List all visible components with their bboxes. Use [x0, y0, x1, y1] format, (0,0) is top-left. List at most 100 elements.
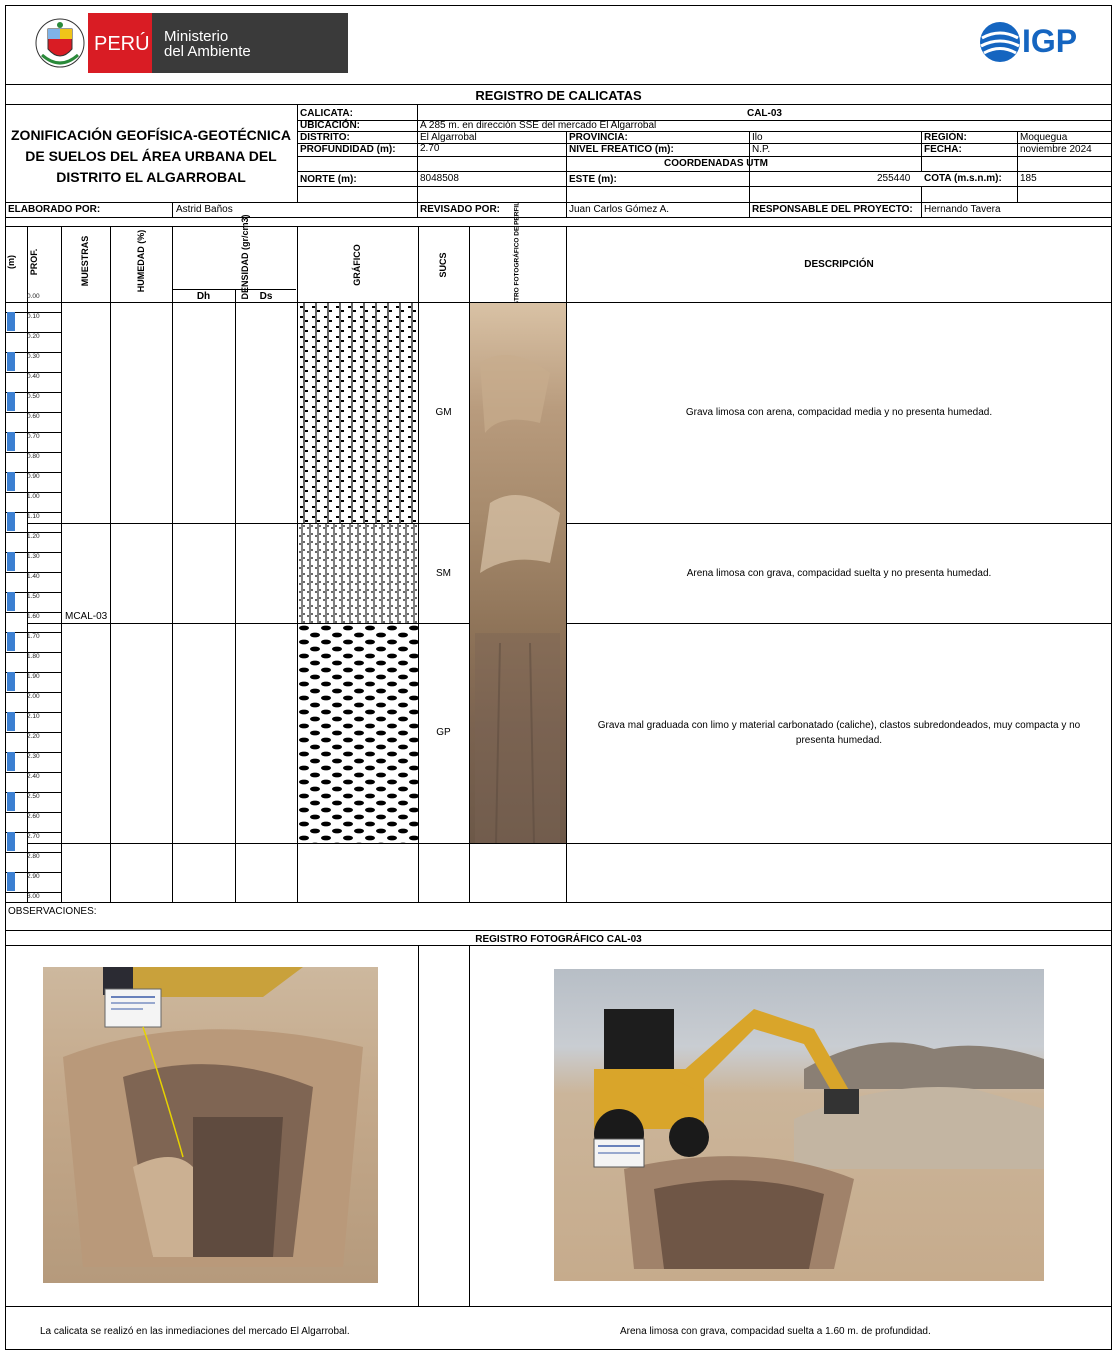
depth-label: 0.70	[27, 433, 40, 440]
region-value: Moquegua	[1020, 132, 1068, 143]
depth-label: 1.10	[27, 513, 40, 520]
calicata-value: CAL-03	[746, 108, 782, 119]
sheet-title: REGISTRO DE CALICATAS	[475, 88, 642, 103]
grafico-gm-pattern	[298, 303, 418, 523]
depth-label: 0.40	[27, 373, 40, 380]
depth-label: 2.40	[27, 773, 40, 780]
depth-bar-cell	[7, 812, 27, 831]
rule	[1017, 186, 1018, 202]
ubicacion-label: UBICACIÓN:	[300, 120, 360, 131]
este-value: 255440	[877, 173, 911, 184]
depth-bar-cell	[7, 332, 27, 351]
depth-label: 2.20	[27, 733, 40, 740]
revisado-value: Juan Carlos Gómez A.	[569, 204, 670, 215]
rule	[749, 131, 750, 217]
rule	[417, 104, 418, 217]
depth-label: 0.30	[27, 353, 40, 360]
distrito-label: DISTRITO:	[300, 132, 350, 143]
depth-label: 0.80	[27, 453, 40, 460]
sample-id: MCAL-03	[65, 611, 108, 622]
rule	[172, 226, 173, 902]
igp-logo: IGP	[978, 18, 1098, 68]
photo-section-title: REGISTRO FOTOGRÁFICO CAL-03	[475, 934, 642, 945]
rule	[1017, 171, 1018, 186]
depth-label: 1.60	[27, 613, 40, 620]
igp-label: IGP	[1022, 23, 1078, 59]
rule	[921, 131, 922, 171]
norte-value: 8048508	[420, 173, 459, 184]
igp-globe-icon	[980, 22, 1020, 62]
este-label: ESTE (m):	[569, 174, 617, 185]
col-sucs-header: SUCS	[438, 252, 448, 278]
ubicacion-value: A 285 m. en dirección SSE del mercado El…	[420, 120, 657, 131]
cota-value: 185	[1020, 173, 1037, 184]
project-title-3: DISTRITO EL ALGARROBAL	[56, 169, 246, 185]
rule	[235, 289, 236, 902]
depth-bar-cell	[7, 392, 15, 411]
rule	[5, 902, 1112, 903]
depth-label: 2.60	[27, 813, 40, 820]
depth-bar-cell	[7, 832, 15, 851]
rule	[1017, 131, 1018, 171]
depth-bar-cell	[7, 432, 15, 451]
rule	[5, 930, 1112, 931]
backhoe-photo	[554, 969, 1044, 1281]
depth-bar-cell	[7, 572, 27, 591]
depth-bar-cell	[7, 412, 27, 431]
rule	[172, 202, 173, 217]
depth-bar-cell	[7, 492, 27, 511]
depth-label: 1.90	[27, 673, 40, 680]
grafico-gp-pattern	[298, 624, 418, 843]
region-label: REGIÓN:	[924, 132, 967, 143]
description-gm: Grava limosa con arena, compacidad media…	[685, 407, 993, 418]
depth-bar-cell	[7, 612, 27, 631]
norte-label: NORTE (m):	[300, 174, 357, 185]
depth-label: 1.30	[27, 553, 40, 560]
observaciones-label: OBSERVACIONES:	[8, 906, 97, 917]
coordenadas-label: COORDENADAS UTM	[664, 158, 768, 169]
depth-bar-cell	[7, 872, 15, 891]
depth-label: 0.00	[27, 293, 40, 300]
rule	[27, 523, 1112, 524]
rule	[921, 186, 922, 217]
rule	[469, 945, 470, 1306]
depth-label: 0.90	[27, 473, 40, 480]
nivel-label: NIVEL FREÁTICO (m):	[569, 144, 674, 155]
depth-bar-cell	[7, 852, 27, 871]
rule	[418, 226, 419, 902]
provincia-value: Ilo	[752, 132, 763, 143]
depth-bar-cell	[7, 672, 15, 691]
depth-label: 1.20	[27, 533, 40, 540]
depth-bar-cell	[7, 452, 27, 471]
caption-right: Arena limosa con grava, compacidad suelt…	[620, 1326, 931, 1337]
depth-label: 0.50	[27, 393, 40, 400]
depth-bar-cell	[7, 632, 15, 651]
depth-bar-cell	[7, 772, 27, 791]
peru-label-overlay: PERÚ	[94, 33, 150, 55]
responsable-label: RESPONSABLE DEL PROYECTO:	[752, 204, 913, 215]
depth-bar-cell	[7, 732, 27, 751]
grafico-sm-pattern	[298, 524, 418, 623]
depth-label: 1.80	[27, 653, 40, 660]
depth-bar-cell	[7, 652, 27, 671]
depth-label: 3.00	[27, 893, 40, 900]
col-m-header: (m)	[6, 255, 16, 269]
depth-label: 2.50	[27, 793, 40, 800]
depth-label: 2.80	[27, 853, 40, 860]
depth-bar-cell	[7, 372, 27, 391]
rule	[61, 226, 62, 902]
depth-label: 0.20	[27, 333, 40, 340]
depth-label: 2.10	[27, 713, 40, 720]
rule	[5, 1306, 1112, 1307]
depth-label: 0.10	[27, 313, 40, 320]
col-muestras-header: MUESTRAS	[80, 235, 90, 287]
depth-bar-cell	[7, 592, 15, 611]
depth-label: 2.70	[27, 833, 40, 840]
fecha-value: noviembre 2024	[1020, 144, 1092, 155]
depth-label: 2.00	[27, 693, 40, 700]
responsable-value: Hernando Tavera	[924, 204, 1001, 215]
col-ds-header: Ds	[259, 291, 273, 302]
depth-label: 0.60	[27, 413, 40, 420]
pit-photo	[43, 967, 378, 1283]
cota-label: COTA (m.s.n.m):	[924, 173, 1002, 184]
